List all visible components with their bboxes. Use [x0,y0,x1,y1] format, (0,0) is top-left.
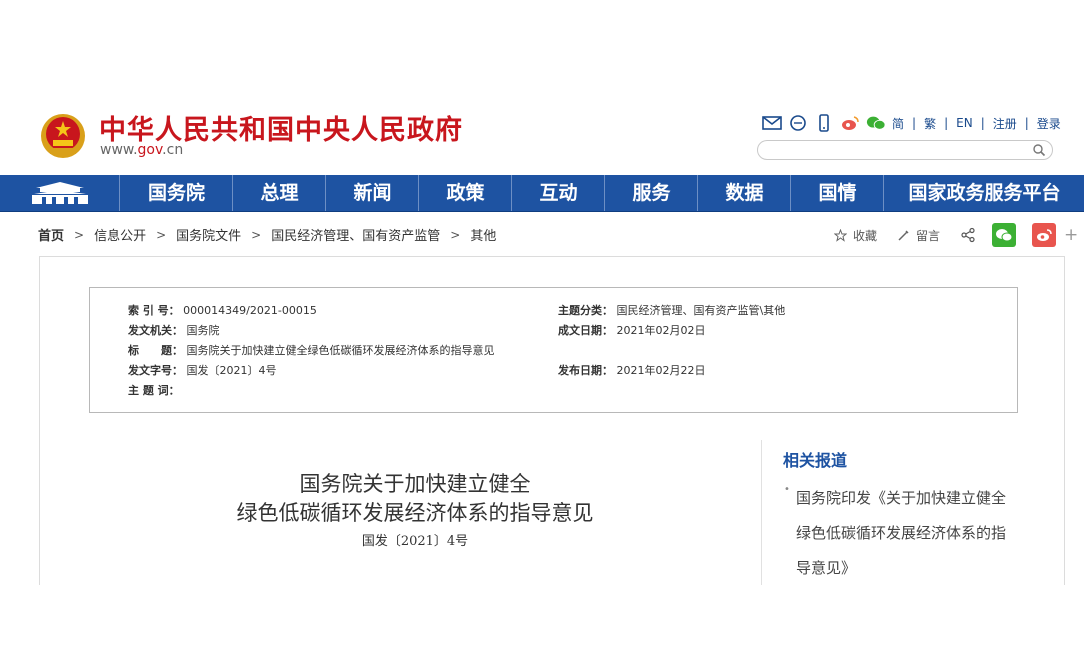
nav-item-national-info[interactable]: 国情 [790,175,884,211]
main-nav: 国务院 总理 新闻 政策 互动 服务 数据 国情 国家政务服务平台 [0,175,1084,212]
share-bar: 收藏 留言 + [834,223,1078,247]
more-share-button[interactable]: + [1064,225,1078,245]
search-input[interactable] [768,143,1028,161]
weibo-icon[interactable] [840,114,860,132]
nav-item-interaction[interactable]: 互动 [511,175,605,211]
bullet-icon: • [784,484,790,495]
breadcrumb-other[interactable]: 其他 [470,225,496,244]
pen-icon[interactable] [897,229,910,242]
meta-keywords-label: 主 题 词： [128,384,180,397]
weibo-share-button[interactable] [1032,223,1057,247]
chevron-right-icon: > [450,227,461,242]
nav-item-state-council[interactable]: 国务院 [119,175,233,211]
weibo-icon [1037,229,1052,241]
page-bottom-blank [0,585,1084,671]
meta-docno-value: 国发〔2021〕4号 [186,364,277,377]
login-link[interactable]: 登录 [1037,115,1061,132]
share-icon[interactable] [960,227,976,243]
site-url[interactable]: www.gov.cn [100,142,183,158]
nav-item-data[interactable]: 数据 [697,175,791,211]
document-title-line2: 绿色低碳循环发展经济体系的指导意见 [236,501,594,525]
url-suffix: .cn [162,142,184,158]
document-meta-box: 索 引 号： 000014349/2021-00015 主题分类： 国民经济管理… [89,287,1018,413]
meta-issuer-value: 国务院 [186,324,220,337]
meta-written-value: 2021年02月02日 [616,324,706,337]
nav-item-gov-service-platform[interactable]: 国家政务服务平台 [883,175,1084,211]
search-box [757,140,1053,161]
top-tools: 简 | 繁 | EN | 注册 | 登录 [762,113,1061,133]
chat-icon[interactable] [788,114,808,132]
breadcrumb-economy[interactable]: 国民经济管理、国有资产监管 [271,225,440,244]
meta-category-value: 国民经济管理、国有资产监管\其他 [616,304,786,317]
meta-category-label: 主题分类： [558,304,613,317]
meta-docno-label: 发文字号： [128,364,183,377]
comment-label[interactable]: 留言 [916,227,940,244]
url-prefix: www. [100,142,138,158]
breadcrumb-state-council-docs[interactable]: 国务院文件 [176,225,241,244]
star-icon[interactable] [834,228,847,242]
mail-icon[interactable] [762,114,782,132]
search-icon[interactable] [1032,143,1046,157]
meta-written-label: 成文日期： [558,324,613,337]
national-emblem-icon [41,114,85,158]
register-link[interactable]: 注册 [993,115,1017,132]
document-number: 国发〔2021〕4号 [361,534,469,549]
lang-simplified-link[interactable]: 简 [892,115,904,132]
meta-title-value: 国务院关于加快建立健全绿色低碳循环发展经济体系的指导意见 [186,344,495,357]
chevron-right-icon: > [251,227,262,242]
nav-item-services[interactable]: 服务 [604,175,698,211]
breadcrumb-home[interactable]: 首页 [38,225,64,244]
related-reports-heading: 相关报道 [783,451,848,470]
breadcrumb-info-public[interactable]: 信息公开 [94,225,146,244]
sidebar-divider [761,440,762,600]
meta-index-value: 000014349/2021-00015 [183,304,317,317]
meta-published-value: 2021年02月22日 [616,364,706,377]
wechat-icon [996,229,1013,242]
nav-home[interactable] [0,175,119,211]
lang-traditional-link[interactable]: 繁 [924,115,936,132]
related-report-link[interactable]: 国务院印发《关于加快建立健全绿色低碳循环发展经济体系的指导意见》 [796,481,1014,586]
nav-item-news[interactable]: 新闻 [325,175,419,211]
meta-title-label: 标 题： [128,344,183,357]
chevron-right-icon: > [74,227,85,242]
lang-english-link[interactable]: EN [956,116,973,130]
wechat-share-button[interactable] [992,223,1017,247]
meta-published-label: 发布日期： [558,364,613,377]
nav-item-policy[interactable]: 政策 [418,175,512,211]
document-title-line1: 国务院关于加快建立健全 [299,472,531,496]
meta-index-label: 索 引 号： [128,304,180,317]
mobile-icon[interactable] [814,114,834,132]
wechat-icon[interactable] [866,114,886,132]
nav-item-premier[interactable]: 总理 [232,175,326,211]
meta-issuer-label: 发文机关： [128,324,183,337]
tiananmen-icon [31,182,88,204]
url-gov: gov [137,142,163,158]
chevron-right-icon: > [156,227,167,242]
collect-label[interactable]: 收藏 [853,227,877,244]
breadcrumb: 首页 > 信息公开 > 国务院文件 > 国民经济管理、国有资产监管 > 其他 [38,225,496,245]
